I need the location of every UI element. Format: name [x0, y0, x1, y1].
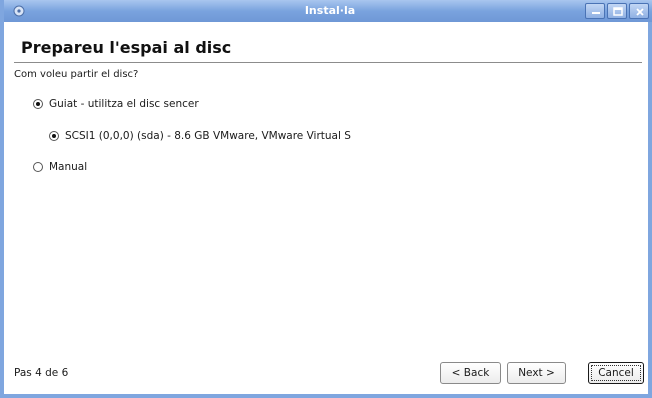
- page-title: Prepareu l'espai al disc: [21, 38, 232, 57]
- manual-label: Manual: [49, 161, 88, 173]
- disk-option[interactable]: SCSI1 (0,0,0) (sda) - 8.6 GB VMware, VMw…: [49, 130, 351, 142]
- manual-option[interactable]: Manual: [33, 161, 87, 173]
- minimize-icon: [592, 12, 600, 14]
- manual-radio[interactable]: [33, 162, 43, 172]
- guided-label: Guiat - utilitza el disc sencer: [49, 98, 199, 110]
- step-status: Pas 4 de 6: [14, 367, 69, 379]
- guided-option[interactable]: Guiat - utilitza el disc sencer: [33, 98, 199, 110]
- back-button[interactable]: < Back: [440, 362, 501, 384]
- installer-window: Instal·la Prepareu l'espai al disc Com v…: [0, 0, 652, 398]
- maximize-icon: [613, 7, 623, 16]
- header-divider: [14, 62, 642, 63]
- guided-radio[interactable]: [33, 99, 43, 109]
- close-icon: [636, 8, 644, 16]
- disk-radio[interactable]: [49, 131, 59, 141]
- cancel-label: Cancel: [598, 367, 634, 379]
- window-title: Instal·la: [304, 4, 356, 17]
- next-button[interactable]: Next >: [507, 362, 566, 384]
- partition-question: Com voleu partir el disc?: [14, 69, 139, 80]
- close-button[interactable]: [629, 3, 649, 19]
- minimize-button[interactable]: [585, 3, 605, 19]
- cancel-button[interactable]: Cancel: [588, 362, 644, 384]
- title-bar[interactable]: Instal·la: [4, 0, 652, 22]
- disk-label: SCSI1 (0,0,0) (sda) - 8.6 GB VMware, VMw…: [65, 130, 351, 142]
- maximize-button[interactable]: [607, 3, 627, 19]
